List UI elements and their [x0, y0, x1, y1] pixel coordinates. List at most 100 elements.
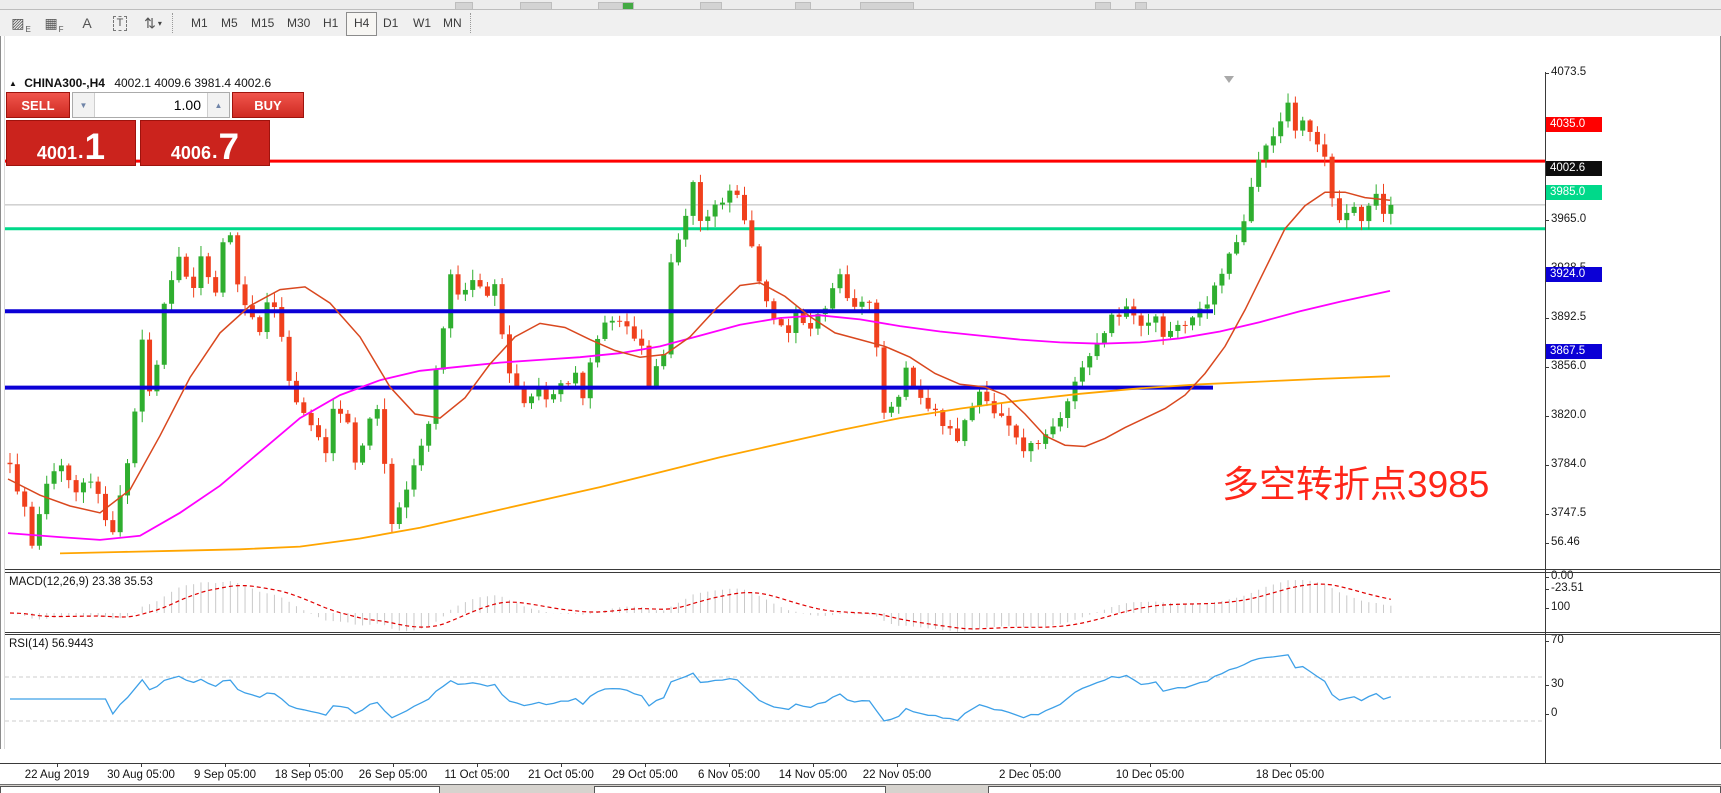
macd-pane: [0, 573, 1721, 634]
time-tick-label: 30 Aug 05:00: [107, 769, 175, 781]
price-badge: 3867.5: [1546, 344, 1602, 359]
sell-button[interactable]: SELL: [6, 92, 70, 118]
clipped-button: [795, 2, 811, 9]
time-tick: [561, 764, 562, 767]
clipped-button: [520, 2, 552, 9]
chart-tab-fragment[interactable]: [0, 786, 440, 793]
chart-tab-fragment[interactable]: [988, 786, 1721, 793]
time-tick-label: 10 Dec 05:00: [1116, 769, 1184, 781]
sell-price-sep: .: [78, 142, 84, 162]
time-axis[interactable]: 22 Aug 201930 Aug 05:009 Sep 05:0018 Sep…: [0, 763, 1721, 785]
clipped-button: [860, 2, 914, 9]
fibonacci-tool-icon[interactable]: ▦F: [41, 12, 67, 34]
arrange-objects-icon[interactable]: ⇅▾: [140, 12, 166, 34]
timeframe-d1[interactable]: D1: [376, 12, 405, 34]
time-tick: [813, 764, 814, 767]
clipped-button: [1135, 2, 1147, 9]
sell-price-pip: 1: [85, 132, 106, 162]
pane-divider[interactable]: [0, 569, 1721, 570]
price-badge: 3924.0: [1546, 267, 1602, 282]
time-tick-label: 22 Aug 2019: [25, 769, 90, 781]
time-tick: [645, 764, 646, 767]
time-tick: [393, 764, 394, 767]
sell-price-main: 4001: [37, 144, 77, 162]
indicator-tick-label: 100: [1551, 601, 1570, 613]
volume-input[interactable]: 1.00: [95, 93, 207, 117]
time-tick: [1290, 764, 1291, 767]
axis-border: [1545, 72, 1546, 763]
chart-window: ▲ CHINA300-,H4 4002.1 4009.6 3981.4 4002…: [0, 36, 1721, 756]
rsi-label: RSI(14) 56.9443: [9, 638, 93, 650]
indicator-tick-label: 0: [1551, 707, 1557, 719]
price-tick-label: 3747.5: [1551, 507, 1611, 519]
clipped-button: [1095, 2, 1111, 9]
pane-divider[interactable]: [0, 634, 1721, 635]
time-tick-label: 14 Nov 05:00: [779, 769, 847, 781]
price-tick-label: 3820.0: [1551, 409, 1611, 421]
time-tick-label: 22 Nov 05:00: [863, 769, 931, 781]
timeframe-mn[interactable]: MN: [436, 12, 469, 34]
time-tick-label: 29 Oct 05:00: [612, 769, 678, 781]
time-tick-label: 2 Dec 05:00: [999, 769, 1061, 781]
clipped-tab-bar: [0, 784, 1721, 793]
price-tick-label: 3784.0: [1551, 458, 1611, 470]
price-tick-label: 3892.5: [1551, 311, 1611, 323]
text-label-icon[interactable]: A: [74, 12, 100, 34]
clipped-toolbar-row: [0, 0, 1721, 10]
clipped-button-green: [622, 2, 634, 9]
timeframe-w1[interactable]: W1: [406, 12, 438, 34]
timeframe-h4[interactable]: H4: [346, 12, 377, 36]
buy-price-sep: .: [212, 142, 218, 162]
toolbar-separator: [172, 13, 174, 33]
toolbar-separator: [470, 13, 472, 33]
price-badge: 4002.6: [1546, 161, 1602, 176]
equidistant-channel-icon[interactable]: ▨E: [8, 12, 34, 34]
one-click-trading-widget: SELL ▼ 1.00 ▲ BUY 4001 . 1 4006 . 7: [6, 92, 304, 166]
text-box-icon[interactable]: T: [107, 12, 133, 34]
buy-price[interactable]: 4006 . 7: [140, 120, 270, 166]
timeframe-h1[interactable]: H1: [316, 12, 345, 34]
timeframe-m1[interactable]: M1: [184, 12, 215, 34]
price-tick-label: 3856.0: [1551, 360, 1611, 372]
pane-divider[interactable]: [0, 572, 1721, 573]
rsi-pane: [0, 635, 1721, 763]
pane-divider[interactable]: [0, 632, 1721, 633]
timeframe-m5[interactable]: M5: [214, 12, 245, 34]
ohlc-readout: 4002.1 4009.6 3981.4 4002.6: [114, 76, 271, 90]
buy-button[interactable]: BUY: [232, 92, 304, 118]
sell-price[interactable]: 4001 . 1: [6, 120, 136, 166]
annotation-text: 多空转折点3985: [1222, 463, 1489, 507]
buy-price-main: 4006: [171, 144, 211, 162]
time-tick: [57, 764, 58, 767]
indicator-tick-label: 70: [1551, 634, 1564, 646]
time-tick: [309, 764, 310, 767]
indicator-tick-label: 56.46: [1551, 536, 1580, 548]
time-tick: [897, 764, 898, 767]
time-tick: [1150, 764, 1151, 767]
buy-price-pip: 7: [219, 132, 240, 162]
timeframe-m30[interactable]: M30: [280, 12, 317, 34]
time-tick: [729, 764, 730, 767]
time-tick-label: 11 Oct 05:00: [445, 769, 510, 781]
time-tick-label: 18 Dec 05:00: [1256, 769, 1324, 781]
macd-label: MACD(12,26,9) 23.38 35.53: [9, 576, 153, 588]
main-toolbar: ▨E ▦F AT ⇅▾ M1M5M15M30H1H4D1W1MN: [0, 10, 1721, 37]
timeframe-m15[interactable]: M15: [244, 12, 281, 34]
time-tick-label: 21 Oct 05:00: [528, 769, 594, 781]
clipped-button: [455, 2, 473, 9]
price-badge: 4035.0: [1546, 117, 1602, 132]
window-edge: [0, 36, 5, 749]
chart-tab-fragment[interactable]: [594, 786, 886, 793]
symbol-label: CHINA300-,H4: [24, 76, 105, 90]
volume-increase-icon[interactable]: ▲: [207, 93, 229, 117]
price-tick-label: 3965.0: [1551, 213, 1611, 225]
volume-decrease-icon[interactable]: ▼: [73, 93, 95, 117]
time-tick-label: 18 Sep 05:00: [275, 769, 343, 781]
volume-spinner: ▼ 1.00 ▲: [72, 92, 230, 118]
time-tick: [1030, 764, 1031, 767]
indicator-tick-label: 30: [1551, 678, 1564, 690]
indicator-tick-label: -23.51: [1551, 582, 1584, 594]
collapse-icon[interactable]: ▲: [9, 79, 17, 88]
time-tick: [141, 764, 142, 767]
time-tick-label: 6 Nov 05:00: [698, 769, 760, 781]
